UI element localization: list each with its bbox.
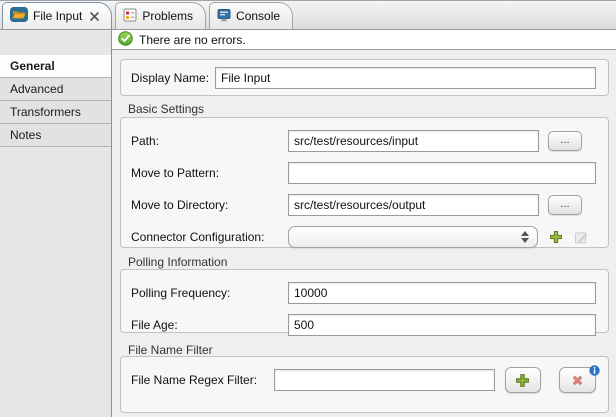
problems-icon [123, 8, 137, 25]
group-polling-information: Polling Frequency: File Age: [120, 269, 609, 336]
tab-label: File Input [33, 9, 83, 23]
sidebar-item-advanced[interactable]: Advanced [0, 78, 111, 101]
display-name-input[interactable] [215, 67, 596, 89]
chevron-up-down-icon [521, 231, 529, 243]
group-display-name: Display Name: [120, 59, 609, 96]
connector-configuration-label: Connector Configuration: [131, 230, 265, 244]
file-name-regex-filter-label: File Name Regex Filter: [131, 373, 258, 387]
group-title-basic-settings: Basic Settings [128, 102, 205, 116]
close-icon[interactable] [90, 11, 100, 21]
tab-problems[interactable]: Problems [115, 2, 207, 29]
file-name-regex-filter-input[interactable] [274, 369, 495, 391]
add-connector-config-button[interactable] [549, 230, 563, 244]
tab-file-input[interactable]: File Input [2, 2, 113, 29]
check-circle-icon [118, 30, 133, 49]
tab-console[interactable]: Console [209, 2, 294, 29]
editor-tab-bar: File Input Problems Console [0, 0, 616, 30]
sidebar-spacer [0, 30, 111, 55]
properties-panel: Display Name: Basic Settings Path: ... M… [112, 50, 616, 417]
tab-label: Console [236, 9, 281, 23]
move-to-pattern-input[interactable] [288, 162, 596, 184]
move-to-directory-input[interactable] [288, 194, 539, 216]
edit-connector-config-icon [574, 230, 589, 245]
sidebar-item-notes[interactable]: Notes [0, 124, 111, 147]
group-title-file-name-filter: File Name Filter [128, 343, 213, 357]
group-file-name-filter: File Name Regex Filter: [120, 356, 609, 413]
polling-frequency-label: Polling Frequency: [131, 286, 231, 300]
add-filter-button[interactable] [504, 367, 542, 393]
polling-frequency-input[interactable] [288, 282, 596, 304]
path-browse-button[interactable]: ... [548, 131, 582, 151]
section-sidebar: General Advanced Transformers Notes [0, 30, 112, 417]
console-icon [217, 8, 231, 25]
sidebar-item-transformers[interactable]: Transformers [0, 101, 111, 124]
sidebar-item-general[interactable]: General [0, 55, 111, 78]
file-age-label: File Age: [131, 318, 178, 332]
display-name-label: Display Name: [131, 71, 210, 85]
status-message: There are no errors. [139, 32, 246, 47]
group-title-polling-information: Polling Information [128, 255, 228, 269]
validation-status-bar: There are no errors. [112, 30, 616, 50]
file-age-input[interactable] [288, 314, 596, 336]
move-to-pattern-label: Move to Pattern: [131, 166, 220, 180]
path-input[interactable] [288, 130, 539, 152]
connector-configuration-select[interactable] [288, 226, 538, 248]
group-basic-settings: Path: ... Move to Pattern: Move to Direc… [120, 117, 609, 248]
move-to-directory-browse-button[interactable]: ... [548, 195, 582, 215]
folder-icon [10, 7, 28, 25]
info-icon[interactable] [589, 365, 600, 379]
path-label: Path: [131, 134, 160, 148]
tab-label: Problems [142, 9, 194, 23]
move-to-directory-label: Move to Directory: [131, 198, 229, 212]
